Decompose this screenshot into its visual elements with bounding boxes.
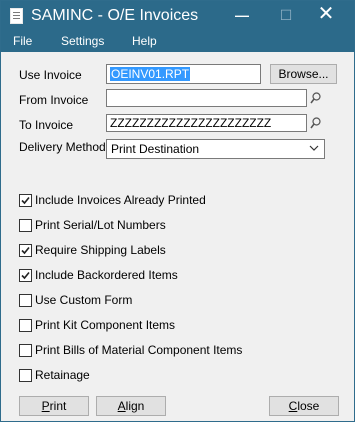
use-invoice-field[interactable]: OEINV01.RPT xyxy=(106,64,261,84)
checkmark-icon xyxy=(21,246,30,255)
close-button[interactable]: Close xyxy=(269,396,339,416)
title-bar[interactable]: SAMINC - O/E Invoices — ☐ ✕ xyxy=(1,1,354,31)
delivery-method-value: Print Destination xyxy=(111,142,200,156)
option-checkbox[interactable] xyxy=(19,244,32,257)
menu-file[interactable]: File xyxy=(13,34,32,49)
option-label[interactable]: Print Serial/Lot Numbers xyxy=(35,218,166,233)
report-document-icon xyxy=(10,8,23,24)
chevron-down-icon xyxy=(309,145,319,151)
close-label-rest: lose xyxy=(297,399,320,413)
print-label-rest: rint xyxy=(49,399,67,413)
checkmark-icon xyxy=(21,271,30,280)
option-label[interactable]: Include Backordered Items xyxy=(35,268,178,283)
option-checkbox[interactable] xyxy=(19,369,32,382)
from-invoice-field[interactable] xyxy=(106,89,307,107)
maximize-button[interactable]: ☐ xyxy=(266,1,306,31)
to-invoice-label: To Invoice xyxy=(19,118,74,132)
option-checkbox[interactable] xyxy=(19,269,32,282)
menu-settings[interactable]: Settings xyxy=(61,34,104,49)
menu-bar: File Settings Help xyxy=(1,31,354,52)
delivery-method-label: Delivery Method xyxy=(19,140,106,154)
use-invoice-label: Use Invoice xyxy=(19,68,82,82)
invoices-window: SAMINC - O/E Invoices — ☐ ✕ File Setting… xyxy=(0,0,355,422)
align-mnemonic: A xyxy=(117,399,126,413)
option-label[interactable]: Retainage xyxy=(35,368,90,383)
print-button[interactable]: Print xyxy=(19,396,89,416)
option-label[interactable]: Require Shipping Labels xyxy=(35,243,166,258)
menu-help[interactable]: Help xyxy=(132,34,157,49)
option-label[interactable]: Include Invoices Already Printed xyxy=(35,193,206,208)
to-invoice-finder-magnifier-icon[interactable] xyxy=(310,117,321,129)
from-invoice-label: From Invoice xyxy=(19,93,89,107)
window-title: SAMINC - O/E Invoices xyxy=(31,7,199,24)
option-label[interactable]: Print Kit Component Items xyxy=(35,318,175,333)
align-label-rest: lign xyxy=(125,399,145,413)
option-checkbox[interactable] xyxy=(19,319,32,332)
delivery-method-select[interactable]: Print Destination xyxy=(106,139,325,159)
checkmark-icon xyxy=(21,196,30,205)
to-invoice-field[interactable]: ZZZZZZZZZZZZZZZZZZZZZZ xyxy=(106,114,307,132)
align-button[interactable]: Align xyxy=(96,396,166,416)
option-label[interactable]: Use Custom Form xyxy=(35,293,132,308)
option-checkbox[interactable] xyxy=(19,294,32,307)
from-invoice-finder-magnifier-icon[interactable] xyxy=(310,92,321,104)
browse-button[interactable]: Browse... xyxy=(270,64,337,84)
option-label[interactable]: Print Bills of Material Component Items xyxy=(35,343,242,358)
option-checkbox[interactable] xyxy=(19,344,32,357)
option-checkbox[interactable] xyxy=(19,219,32,232)
close-window-button[interactable]: ✕ xyxy=(306,1,346,31)
use-invoice-value: OEINV01.RPT xyxy=(110,67,191,81)
option-checkbox[interactable] xyxy=(19,194,32,207)
minimize-button[interactable]: — xyxy=(222,1,262,31)
print-mnemonic: P xyxy=(41,399,50,413)
